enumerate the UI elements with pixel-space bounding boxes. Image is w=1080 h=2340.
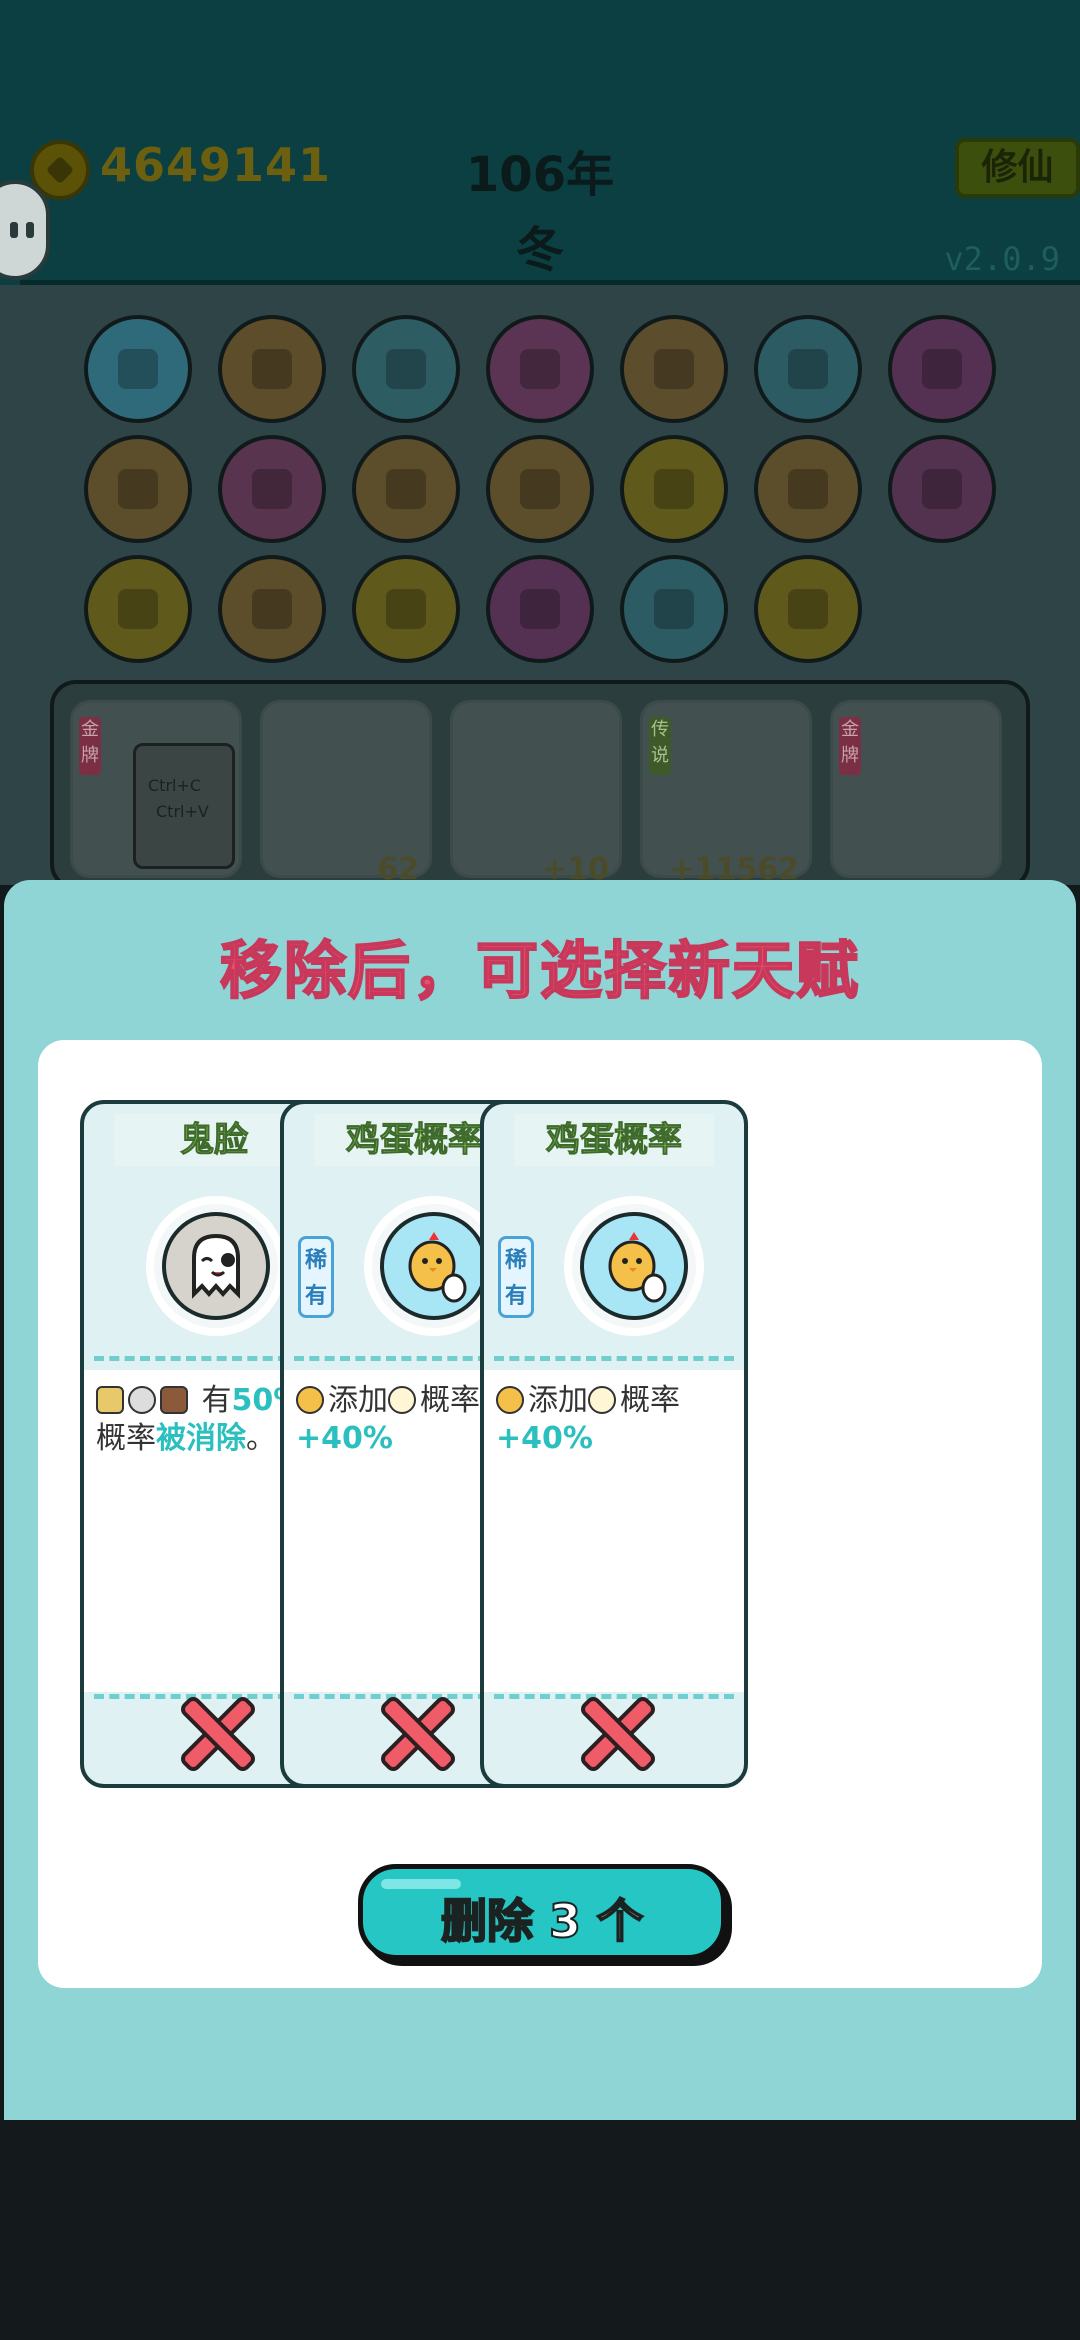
delete-button[interactable]: 删除 3 个 [358, 1864, 726, 1960]
delete-button-label: 删除 3 个 [440, 1893, 644, 1949]
copy-paste-icon: Ctrl+C Ctrl+V [133, 743, 235, 869]
disc-icon [128, 1386, 156, 1414]
jar-icon[interactable] [754, 435, 862, 543]
floating-ghost-icon[interactable] [0, 180, 50, 280]
version-label: v2.0.9 [944, 240, 1060, 278]
basketballs-icon[interactable] [352, 555, 460, 663]
season-label: 冬 [515, 222, 564, 278]
strip-card-rabbit-house[interactable]: 金牌 [830, 700, 1002, 878]
heart-fan-icon[interactable] [486, 555, 594, 663]
house-icon [160, 1386, 188, 1414]
pet-bowl-icon[interactable] [218, 555, 326, 663]
strip-card-watermelon[interactable]: 62 [260, 700, 432, 887]
cows-icon[interactable] [620, 315, 728, 423]
strip-card-copy[interactable]: 金牌 Ctrl+C Ctrl+V [70, 700, 242, 878]
remove-x-button[interactable] [376, 1692, 458, 1774]
traffic-light-icon[interactable] [486, 315, 594, 423]
talent-name: 鸡蛋概率 [514, 1114, 714, 1166]
rarity-tag: 金牌 [839, 717, 861, 775]
coin-count: 4649141 [100, 138, 332, 192]
chick-icon [496, 1386, 524, 1414]
remove-x-button[interactable] [176, 1692, 258, 1774]
talent-description: 添加 概率 +40% [496, 1383, 680, 1456]
talent-panel: 鬼脸 有50% 概率被消除。 鸡蛋概率 稀 有 添加 概率 +40% 鸡蛋概率 … [38, 1040, 1042, 1988]
pet-bowl-icon[interactable] [84, 435, 192, 543]
book-icon [96, 1386, 124, 1414]
panda-icon[interactable] [218, 435, 326, 543]
rarity-tag: 传说 [649, 717, 671, 775]
chick-egg-icon[interactable] [754, 315, 862, 423]
compass-icon[interactable] [888, 435, 996, 543]
bottom-area [0, 2120, 1080, 2340]
minus-icon[interactable] [486, 435, 594, 543]
ghost-icon [146, 1196, 286, 1336]
year-label: 106年 [465, 147, 615, 203]
unicorn-icon[interactable] [84, 555, 192, 663]
lightning-icon[interactable] [754, 555, 862, 663]
minus-icon[interactable] [352, 435, 460, 543]
printer-icon[interactable] [352, 315, 460, 423]
chick-icon [296, 1386, 324, 1414]
divider [494, 1356, 734, 1361]
rarity-badge: 稀有 [498, 1236, 534, 1318]
rarity-tag: 金牌 [79, 717, 101, 775]
chick-icon [564, 1196, 704, 1336]
egg-icon [588, 1386, 616, 1414]
rarity-badge: 稀有 [298, 1236, 334, 1318]
xiuxian-button[interactable]: 修仙 [955, 138, 1080, 198]
modal-title: 移除后，可选择新天赋 [219, 933, 860, 1008]
top-bar: 4649141 106年 冬 修仙 v2.0.9 [0, 0, 1080, 286]
wang-tiles-icon[interactable] [620, 435, 728, 543]
strip-card-dog-king[interactable]: 传说 +11562 [640, 700, 812, 887]
gas-can-icon[interactable] [620, 555, 728, 663]
pet-bowl-icon[interactable] [218, 315, 326, 423]
remove-x-button[interactable] [576, 1692, 658, 1774]
fishbowl-icon[interactable] [84, 315, 192, 423]
strip-card-horse[interactable]: +10 [450, 700, 622, 887]
remove-talent-modal: 移除后，可选择新天赋 鬼脸 有50% 概率被消除。 鸡蛋概率 稀 有 添加 概率… [4, 880, 1076, 2120]
egg-icon [388, 1386, 416, 1414]
rice-bowl-icon[interactable] [888, 315, 996, 423]
talent-card-egg-chance[interactable]: 鸡蛋概率 稀有 添加 概率 +40% [480, 1100, 748, 1788]
